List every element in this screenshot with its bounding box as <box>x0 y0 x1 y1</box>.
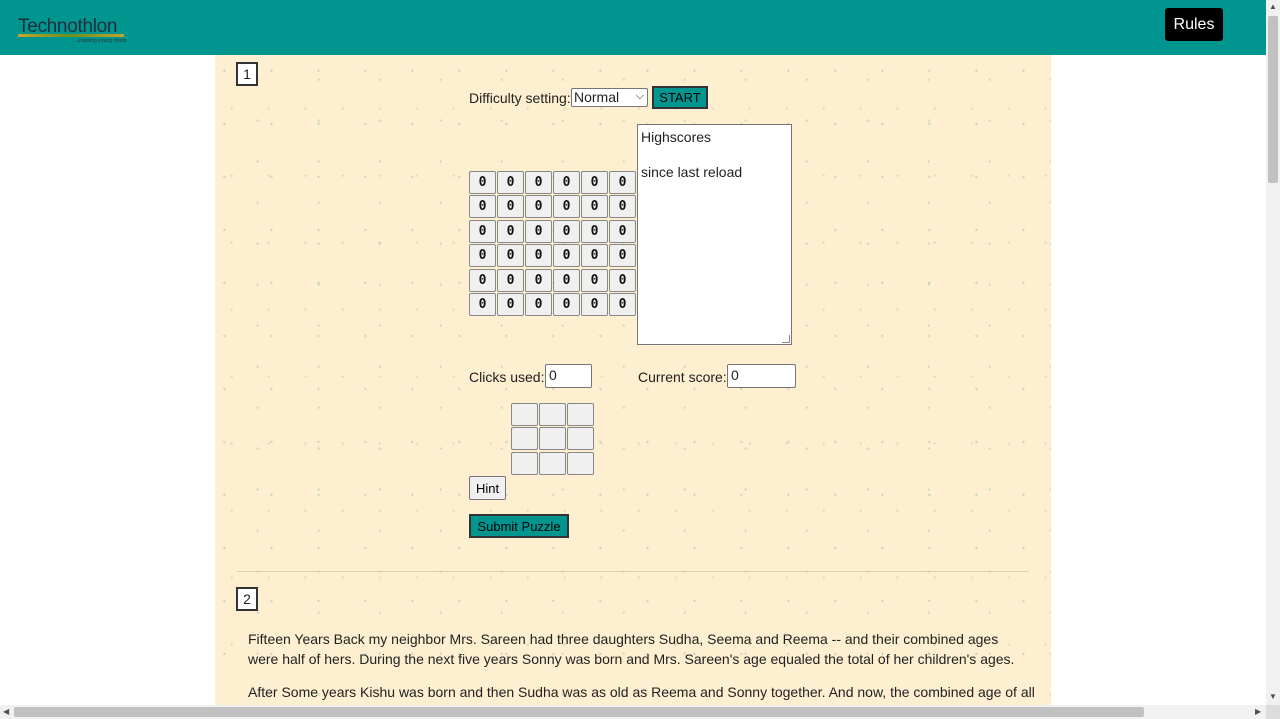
grid-cell[interactable]: 0 <box>469 244 496 268</box>
hint-cell <box>511 403 538 426</box>
difficulty-label: Difficulty setting: <box>469 90 571 106</box>
grid-cell[interactable]: 0 <box>525 219 552 243</box>
hint-cell <box>567 451 594 475</box>
start-button[interactable]: START <box>652 86 708 109</box>
grid-cell[interactable]: 0 <box>469 293 496 316</box>
hint-button[interactable]: Hint <box>469 476 506 500</box>
vertical-scroll-thumb[interactable] <box>1268 16 1278 183</box>
question-number-1: 1 <box>236 62 258 86</box>
question2-paragraph-2: After Some years Kishu was born and then… <box>248 684 1035 700</box>
scroll-right-icon[interactable]: ▶ <box>1255 708 1261 716</box>
hint-cell <box>567 427 594 451</box>
grid-cell[interactable]: 0 <box>609 171 636 194</box>
horizontal-scroll-thumb[interactable] <box>14 707 1144 717</box>
submit-puzzle-button[interactable]: Submit Puzzle <box>469 514 569 538</box>
grid-cell[interactable]: 0 <box>609 268 636 292</box>
hint-cell <box>539 451 566 475</box>
grid-cell[interactable]: 0 <box>469 195 496 219</box>
grid-cell[interactable]: 0 <box>497 268 524 292</box>
grid-cell[interactable]: 0 <box>553 195 580 219</box>
grid-cell[interactable]: 0 <box>609 219 636 243</box>
grid-cell[interactable]: 0 <box>581 219 608 243</box>
scroll-up-icon[interactable]: ▲ <box>1269 3 1277 11</box>
section-divider <box>237 571 1029 572</box>
scroll-left-icon[interactable]: ◀ <box>3 708 9 716</box>
grid-cell[interactable]: 0 <box>609 293 636 316</box>
grid-cell[interactable]: 0 <box>525 244 552 268</box>
grid-cell[interactable]: 0 <box>581 171 608 194</box>
highscores-textarea[interactable]: Highscores since last reload <box>637 124 792 345</box>
grid-cell[interactable]: 0 <box>525 171 552 194</box>
grid-cell[interactable]: 0 <box>553 171 580 194</box>
grid-cell[interactable]: 0 <box>497 171 524 194</box>
grid-cell[interactable]: 0 <box>553 219 580 243</box>
highscores-title: Highscores <box>641 129 712 145</box>
grid-cell[interactable]: 0 <box>581 244 608 268</box>
grid-cell[interactable]: 0 <box>497 293 524 316</box>
grid-cell[interactable]: 0 <box>609 244 636 268</box>
grid-cell[interactable]: 0 <box>525 195 552 219</box>
grid-cell[interactable]: 0 <box>497 219 524 243</box>
difficulty-select[interactable]: Normal ⌵ <box>571 88 648 107</box>
hint-cell <box>511 427 538 451</box>
highscores-subtitle: since last reload <box>641 164 743 180</box>
resize-handle-icon[interactable] <box>782 335 790 343</box>
grid-cell[interactable]: 0 <box>497 244 524 268</box>
grid-cell[interactable]: 0 <box>497 195 524 219</box>
grid-cell[interactable]: 0 <box>553 244 580 268</box>
content-panel <box>215 55 1051 707</box>
clicks-used-label: Clicks used: <box>469 369 545 385</box>
rules-button[interactable]: Rules <box>1165 8 1223 41</box>
hint-cell <box>539 403 566 426</box>
current-score-input[interactable]: 0 <box>727 364 796 388</box>
grid-cell[interactable]: 0 <box>609 195 636 219</box>
scrollbar-corner <box>1266 705 1280 719</box>
vertical-scrollbar[interactable]: ▲ ▼ <box>1266 0 1280 705</box>
question-number-2: 2 <box>236 587 258 611</box>
difficulty-selected-value: Normal <box>574 89 620 105</box>
grid-cell[interactable]: 0 <box>581 293 608 316</box>
hint-cell <box>539 427 566 451</box>
chevron-down-icon: ⌵ <box>635 90 644 102</box>
current-score-label: Current score: <box>638 369 727 385</box>
horizontal-scrollbar[interactable]: ◀ ▶ <box>0 705 1266 719</box>
hint-cell <box>567 403 594 426</box>
logo-underline <box>18 34 124 37</box>
scroll-down-icon[interactable]: ▼ <box>1269 693 1277 701</box>
grid-cell[interactable]: 0 <box>469 268 496 292</box>
grid-cell[interactable]: 0 <box>469 219 496 243</box>
grid-cell[interactable]: 0 <box>553 293 580 316</box>
question2-paragraph-1: Fifteen Years Back my neighbor Mrs. Sare… <box>248 631 1015 667</box>
grid-cell[interactable]: 0 <box>553 268 580 292</box>
grid-cell[interactable]: 0 <box>581 195 608 219</box>
logo-tagline: ...inspiring young minds <box>74 38 127 44</box>
grid-cell[interactable]: 0 <box>525 293 552 316</box>
clicks-used-input[interactable]: 0 <box>545 364 592 388</box>
grid-cell[interactable]: 0 <box>525 268 552 292</box>
grid-cell[interactable]: 0 <box>581 268 608 292</box>
header-bar: Technothlon ...inspiring young minds Rul… <box>0 0 1266 55</box>
grid-cell[interactable]: 0 <box>469 171 496 194</box>
hint-cell <box>511 451 538 475</box>
